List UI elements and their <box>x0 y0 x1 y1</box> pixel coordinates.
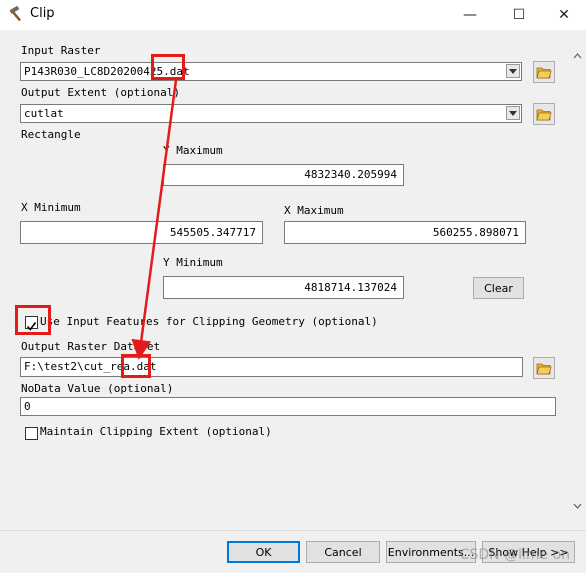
arrow-line <box>131 79 178 360</box>
annotation-arrow <box>131 79 178 360</box>
